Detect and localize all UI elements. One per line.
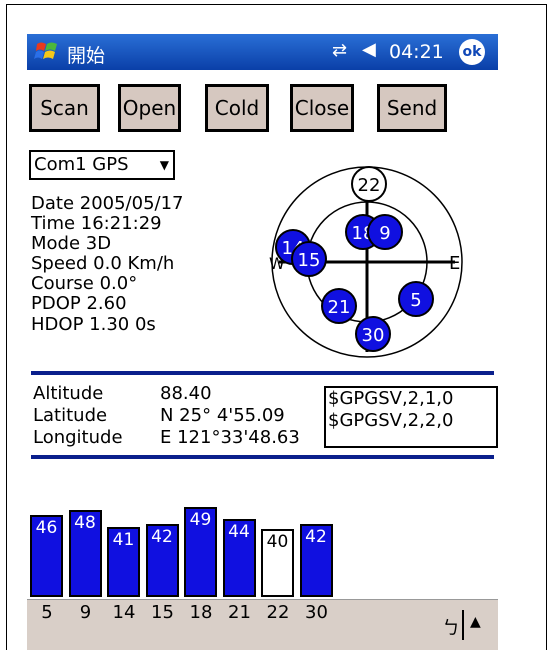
latitude-value: N 25° 4'55.09: [160, 405, 285, 426]
start-menu-label[interactable]: 開始: [67, 41, 105, 68]
signal-bar-label-prn-21: 21: [228, 602, 251, 623]
speed-readout: Speed 0.0 Km/h: [31, 253, 175, 274]
signal-bar-prn-22: 40: [261, 529, 294, 597]
windows-logo-icon[interactable]: [33, 38, 61, 66]
taskbar: 開始 ⇄ ◀ 04:21 ok: [27, 34, 498, 70]
pdop-readout: PDOP 2.60: [31, 293, 127, 314]
date-readout: Date 2005/05/17: [31, 193, 184, 214]
svg-text:30: 30: [362, 325, 385, 346]
altitude-value: 88.40: [160, 383, 212, 404]
svg-text:15: 15: [298, 250, 321, 271]
dropdown-arrow-icon[interactable]: ▼: [160, 152, 169, 178]
connectivity-icon[interactable]: ⇄: [332, 40, 347, 61]
scan-button[interactable]: Scan: [29, 84, 100, 132]
signal-bar-prn-9: 48: [68, 510, 102, 597]
signal-bar-label-prn-5: 5: [41, 602, 53, 623]
signal-bar-prn-21: 44: [222, 519, 256, 597]
signal-bar-label-prn-22: 22: [266, 602, 290, 623]
close-button[interactable]: Close: [290, 84, 354, 132]
satellite-22[interactable]: 22: [351, 166, 387, 202]
hdop-readout: HDOP 1.30 0s: [31, 314, 156, 335]
course-readout: Course 0.0°: [31, 273, 138, 294]
signal-bar-label-prn-15: 15: [151, 602, 174, 623]
signal-bar-prn-14: 41: [107, 527, 140, 597]
divider-top: [31, 371, 494, 375]
cold-button[interactable]: Cold: [205, 84, 269, 132]
svg-text:5: 5: [410, 290, 421, 311]
signal-bar-label-prn-30: 30: [305, 602, 328, 623]
divider-bottom: [31, 455, 494, 459]
east-label: E: [449, 253, 460, 274]
altitude-label: Altitude: [33, 383, 104, 404]
satellite-skyplot: E W 22 18 9 14 15 21 5 30: [269, 166, 463, 358]
signal-bar-prn-5: 46: [30, 515, 63, 597]
time-readout: Time 16:21:29: [31, 213, 162, 234]
open-button[interactable]: Open: [118, 84, 181, 132]
signal-bar-prn-18: 49: [184, 507, 217, 597]
nmea-log-box[interactable]: $GPGSV,2,1,0 $GPGSV,2,2,0: [324, 386, 498, 448]
com-port-value: Com1 GPS: [34, 154, 129, 175]
satellite-30[interactable]: 30: [355, 316, 391, 352]
satellite-15[interactable]: 15: [291, 241, 327, 277]
mode-readout: Mode 3D: [31, 233, 112, 254]
svg-text:22: 22: [358, 175, 381, 196]
command-bar-separator: [462, 610, 464, 640]
nmea-line: $GPGSV,2,1,0: [328, 388, 454, 409]
svg-text:21: 21: [328, 297, 351, 318]
svg-text:9: 9: [379, 223, 390, 244]
signal-bar-label-prn-18: 18: [189, 602, 213, 623]
input-method-icon[interactable]: ㄅ: [442, 614, 460, 640]
com-port-select[interactable]: Com1 GPS ▼: [29, 150, 175, 180]
send-button[interactable]: Send: [377, 84, 447, 132]
satellite-9[interactable]: 9: [367, 214, 403, 250]
longitude-label: Longitude: [33, 427, 123, 448]
nmea-line: $GPGSV,2,2,0: [328, 410, 454, 431]
clock[interactable]: 04:21: [389, 41, 444, 63]
latitude-label: Latitude: [33, 405, 108, 426]
pocketpc-screen: 開始 ⇄ ◀ 04:21 ok Scan Open Cold Close Sen…: [27, 34, 498, 650]
ok-button[interactable]: ok: [459, 39, 485, 65]
sip-arrow-icon[interactable]: ▲: [470, 614, 481, 630]
signal-bar-label-prn-9: 9: [79, 602, 92, 623]
longitude-value: E 121°33'48.63: [160, 427, 300, 448]
signal-bar-prn-15: 42: [145, 524, 179, 597]
satellite-5[interactable]: 5: [398, 281, 434, 317]
volume-icon[interactable]: ◀: [362, 39, 376, 60]
signal-bar-label-prn-14: 14: [112, 602, 136, 623]
satellite-21[interactable]: 21: [321, 288, 357, 324]
signal-bar-prn-30: 42: [299, 524, 333, 597]
